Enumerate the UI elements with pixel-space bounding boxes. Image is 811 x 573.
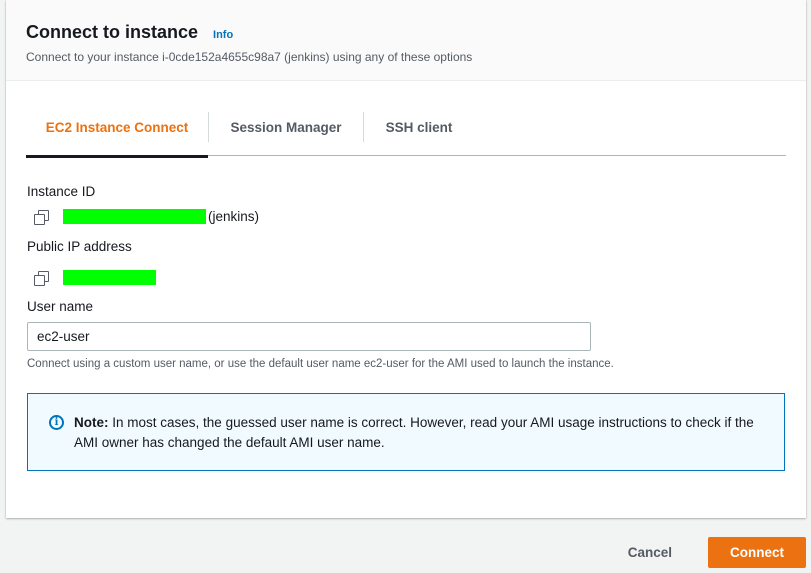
public-ip-label: Public IP address [27, 239, 132, 254]
user-name-hint: Connect using a custom user name, or use… [27, 358, 614, 370]
alert-prefix: Note: [74, 415, 109, 430]
title-row: Connect to instance Info [26, 22, 786, 43]
info-link[interactable]: Info [213, 29, 233, 41]
public-ip-row [34, 270, 156, 286]
connect-dialog: Connect to instance Info Connect to your… [6, 0, 806, 518]
cancel-button[interactable]: Cancel [608, 537, 692, 568]
tab-ec2-instance-connect[interactable]: EC2 Instance Connect [26, 81, 208, 158]
tab-bar: EC2 Instance Connect Session Manager SSH… [26, 81, 786, 158]
dialog-title: Connect to instance [26, 22, 199, 42]
footer-actions: Cancel Connect [608, 537, 806, 568]
tab-session-manager[interactable]: Session Manager [209, 81, 363, 156]
dialog-header: Connect to instance Info Connect to your… [6, 0, 806, 81]
connect-button[interactable]: Connect [708, 537, 806, 568]
alert-message: In most cases, the guessed user name is … [74, 415, 754, 450]
tab-ssh-client[interactable]: SSH client [364, 81, 474, 156]
instance-id-label: Instance ID [27, 184, 96, 199]
alert-text: Note: In most cases, the guessed user na… [74, 413, 774, 453]
user-name-label: User name [27, 299, 94, 314]
redacted-instance-id [63, 209, 206, 224]
instance-name: (jenkins) [208, 209, 260, 224]
instance-id-row: (jenkins) [34, 209, 260, 225]
info-alert: i Note: In most cases, the guessed user … [27, 393, 785, 471]
user-name-input[interactable]: ec2-user [27, 322, 591, 351]
dialog-body: EC2 Instance Connect Session Manager SSH… [6, 81, 806, 158]
dialog-subtitle: Connect to your instance i-0cde152a4655c… [26, 50, 473, 64]
copy-icon[interactable] [34, 209, 49, 225]
copy-icon[interactable] [34, 270, 49, 286]
info-icon: i [49, 415, 64, 430]
redacted-public-ip [63, 270, 156, 285]
